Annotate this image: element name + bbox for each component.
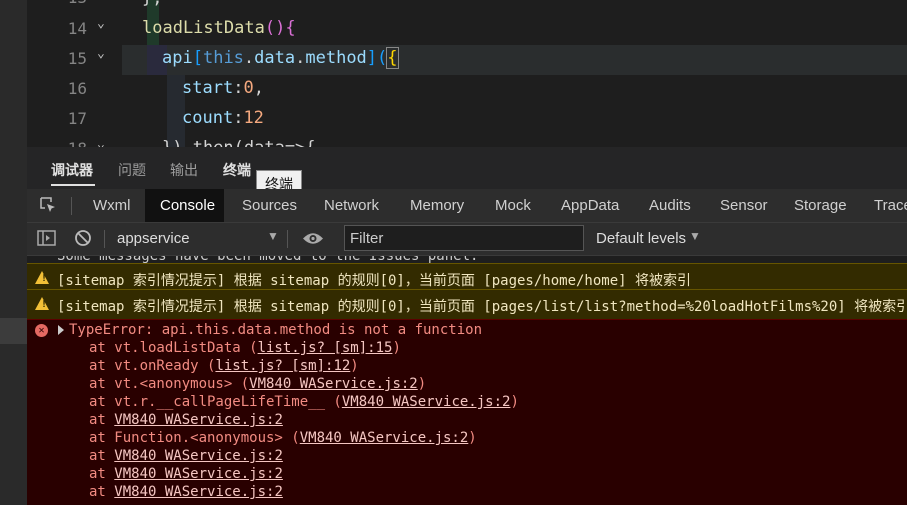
left-activity-strip bbox=[0, 0, 27, 505]
warning-text: [sitemap 索引情况提示] 根据 sitemap 的规则[0]，当前页面 … bbox=[57, 299, 907, 315]
source-link[interactable]: VM840 WAService.js:2 bbox=[114, 448, 283, 464]
sidebar-toggle-icon[interactable] bbox=[37, 229, 56, 247]
source-link[interactable]: VM840 WAService.js:2 bbox=[300, 430, 469, 446]
fold-chevron-icon[interactable]: ⌄ bbox=[97, 46, 105, 61]
stack-frame-text: at bbox=[89, 466, 115, 482]
stack-frame-text: at bbox=[89, 448, 115, 464]
code-editor[interactable]: 13 14 15 16 17 18 ⌄ ⌄ ⌄ ⌄ }, loadListDat… bbox=[27, 0, 907, 147]
devtools-panel: 调试器 问题 输出 终端 终端 Wxml Console Sources Net… bbox=[27, 147, 907, 505]
tab-appdata[interactable]: AppData bbox=[561, 197, 619, 214]
console-filter-bar: appservice ▼ Default levels ▼ bbox=[27, 223, 907, 256]
source-link[interactable]: VM840 WAService.js:2 bbox=[114, 412, 283, 428]
panel-tab-bar: 调试器 问题 输出 终端 终端 bbox=[27, 147, 907, 198]
tab-problems[interactable]: 问题 bbox=[118, 160, 146, 180]
tab-audits[interactable]: Audits bbox=[649, 197, 691, 214]
stack-frame-text: at Function.<anonymous> ( bbox=[89, 430, 300, 446]
warning-text: [sitemap 索引情况提示] 根据 sitemap 的规则[0]，当前页面 … bbox=[57, 273, 692, 289]
stack-frame-text: at bbox=[89, 484, 115, 500]
left-strip-highlight bbox=[0, 318, 27, 344]
code-line-14: loadListData(){ bbox=[142, 18, 296, 38]
stack-frame: at vt.<anonymous> (VM840 WAService.js:2) bbox=[89, 376, 426, 392]
stack-frame: at vt.loadListData (list.js? [sm]:15) bbox=[89, 340, 401, 356]
line-number: 15 bbox=[67, 49, 87, 68]
expand-arrow-icon[interactable] bbox=[58, 325, 64, 335]
warning-icon-mark: ! bbox=[41, 299, 48, 310]
divider bbox=[287, 230, 288, 248]
log-levels-select[interactable]: Default levels bbox=[596, 230, 686, 247]
chevron-down-icon[interactable]: ▼ bbox=[689, 229, 701, 243]
stack-frame: at VM840 WAService.js:2 bbox=[89, 448, 283, 464]
devtools-toolbar: Wxml Console Sources Network Memory Mock… bbox=[27, 189, 907, 223]
line-number: 13 bbox=[27, 0, 87, 7]
tab-storage[interactable]: Storage bbox=[794, 197, 847, 214]
divider bbox=[71, 197, 72, 215]
code-line-17: count:12 bbox=[182, 108, 264, 128]
tab-sources[interactable]: Sources bbox=[242, 197, 297, 214]
line-number: 18 bbox=[27, 139, 87, 147]
tab-terminal[interactable]: 终端 bbox=[223, 160, 251, 180]
fold-chevron-icon[interactable]: ⌄ bbox=[97, 137, 105, 147]
code-line-13: }, bbox=[142, 0, 162, 8]
source-link[interactable]: VM840 WAService.js:2 bbox=[249, 376, 418, 392]
stack-frame-text: ) bbox=[392, 340, 401, 356]
stack-frame-text: ) bbox=[350, 358, 359, 374]
source-link[interactable]: list.js? [sm]:12 bbox=[215, 358, 350, 374]
error-icon: ✕ bbox=[35, 324, 48, 337]
stack-frame-text: at vt.onReady ( bbox=[89, 358, 216, 374]
filter-input[interactable] bbox=[344, 225, 584, 251]
code-line-15: api[this.data.method]({ bbox=[162, 47, 399, 69]
line-number: 17 bbox=[67, 109, 87, 128]
divider bbox=[104, 230, 105, 248]
stack-frame-text: ) bbox=[510, 394, 519, 410]
stack-frame: at vt.r.__callPageLifeTime__ (VM840 WASe… bbox=[89, 394, 519, 410]
source-link[interactable]: VM840 WAService.js:2 bbox=[342, 394, 511, 410]
stack-frame: at VM840 WAService.js:2 bbox=[89, 412, 283, 428]
source-link[interactable]: VM840 WAService.js:2 bbox=[114, 484, 283, 500]
tab-output[interactable]: 输出 bbox=[170, 160, 198, 180]
line-number: 16 bbox=[67, 79, 87, 98]
stack-frame-text: at vt.loadListData ( bbox=[89, 340, 258, 356]
chevron-down-icon[interactable]: ▼ bbox=[267, 229, 279, 243]
stack-frame-text: at vt.r.__callPageLifeTime__ ( bbox=[89, 394, 342, 410]
tab-mock[interactable]: Mock bbox=[495, 197, 531, 214]
context-select[interactable]: appservice bbox=[117, 230, 190, 247]
tab-trace[interactable]: Trace bbox=[874, 197, 907, 214]
stack-frame: at VM840 WAService.js:2 bbox=[89, 466, 283, 482]
stack-frame: at Function.<anonymous> (VM840 WAService… bbox=[89, 430, 477, 446]
warning-icon-mark: ! bbox=[41, 273, 48, 284]
stack-frame: at VM840 WAService.js:2 bbox=[89, 484, 283, 500]
inspect-element-icon[interactable] bbox=[39, 196, 57, 214]
line-number: 14 bbox=[67, 19, 87, 38]
tab-console[interactable]: Console bbox=[160, 197, 215, 214]
tab-memory[interactable]: Memory bbox=[410, 197, 464, 214]
tab-debugger[interactable]: 调试器 bbox=[51, 160, 93, 180]
code-line-16: start:0, bbox=[182, 78, 264, 98]
code-line-18: }).then(data=>{ bbox=[162, 138, 316, 147]
stack-frame-text: ) bbox=[417, 376, 427, 392]
warning-message: ! [sitemap 索引情况提示] 根据 sitemap 的规则[0]，当前页… bbox=[27, 289, 907, 321]
eye-icon[interactable] bbox=[302, 231, 324, 246]
source-link[interactable]: VM840 WAService.js:2 bbox=[114, 466, 283, 482]
tab-network[interactable]: Network bbox=[324, 197, 379, 214]
stack-frame-text: ) bbox=[468, 430, 477, 446]
stack-frame: at vt.onReady (list.js? [sm]:12) bbox=[89, 358, 359, 374]
active-tab-underline bbox=[51, 184, 95, 186]
fold-chevron-icon[interactable]: ⌄ bbox=[97, 0, 105, 1]
source-link[interactable]: list.js? [sm]:15 bbox=[258, 340, 393, 356]
tab-wxml[interactable]: Wxml bbox=[93, 197, 131, 214]
console-output: Some messages have been moved to the Iss… bbox=[27, 256, 907, 505]
stack-frame-text: at vt.<anonymous> ( bbox=[89, 376, 250, 392]
stack-frame-text: at bbox=[89, 412, 115, 428]
error-message: ✕ TypeError: api.this.data.method is not… bbox=[27, 319, 907, 505]
error-title: TypeError: api.this.data.method is not a… bbox=[69, 322, 483, 338]
clear-console-icon[interactable] bbox=[74, 229, 92, 247]
fold-chevron-icon[interactable]: ⌄ bbox=[97, 16, 105, 31]
tab-sensor[interactable]: Sensor bbox=[720, 197, 768, 214]
